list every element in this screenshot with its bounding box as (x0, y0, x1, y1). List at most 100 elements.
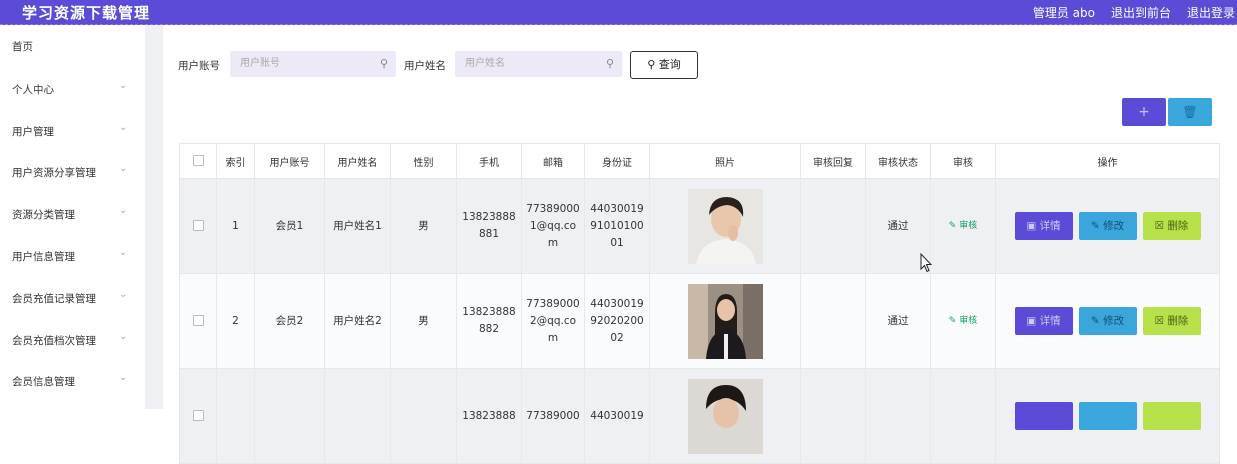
top-nav: 管理员 abo 退出到前台 退出登录 (1033, 4, 1235, 21)
sidebar-item-resource-category[interactable]: 资源分类管理 ⌄ (0, 203, 145, 225)
cell-photo (649, 178, 801, 274)
delete-button[interactable]: ☒ 删除 (1142, 307, 1201, 335)
cell-name: 用户姓名2 (324, 273, 391, 369)
cell-account: 会员2 (254, 273, 325, 369)
main-content: 用户账号 用户账号 ⚲ 用户姓名 用户姓名 ⚲ ⚲ 查询 + 🗑︎ 索引 用户账… (163, 25, 1237, 464)
cell-index (216, 368, 255, 464)
name-placeholder: 用户姓名 (465, 58, 505, 69)
cell-gender: 男 (390, 273, 457, 369)
cell-email: 773890001@qq.com (521, 178, 585, 274)
delete-button[interactable] (1142, 402, 1201, 430)
chevron-down-icon: ⌄ (119, 372, 128, 383)
sidebar-item-resource-share[interactable]: 用户资源分享管理 ⌄ (0, 161, 145, 183)
sidebar-item-label: 资源分类管理 (12, 209, 75, 221)
query-button[interactable]: ⚲ 查询 (630, 51, 698, 79)
detail-button[interactable]: ▣ 详情 (1014, 307, 1073, 335)
search-icon: ⚲ (379, 57, 388, 70)
edit-button[interactable]: ✎ 修改 (1078, 307, 1137, 335)
cell-phone: 13823888882 (456, 273, 522, 369)
sidebar-item-recharge-records[interactable]: 会员充值记录管理 ⌄ (0, 287, 145, 309)
table-row: 1 会员1 用户姓名1 男 13823888881 773890001@qq.c… (179, 178, 1220, 274)
audit-link[interactable]: ✎ 审核 (930, 178, 996, 274)
sidebar-item-recharge-levels[interactable]: 会员充值档次管理 ⌄ (0, 329, 145, 351)
chevron-down-icon: ⌄ (119, 247, 128, 258)
chevron-down-icon: ⌄ (119, 289, 128, 300)
edit-icon: ✎ (948, 221, 957, 231)
user-photo (687, 378, 763, 454)
edit-button[interactable] (1078, 402, 1137, 430)
account-placeholder: 用户账号 (240, 58, 280, 69)
sidebar-item-label: 用户资源分享管理 (12, 167, 96, 179)
sidebar-item-home[interactable]: 首页 (0, 35, 145, 57)
sidebar-item-label: 会员充值档次管理 (12, 335, 96, 347)
col-header: 邮箱 (521, 143, 585, 179)
trash-icon: ☒ (1154, 315, 1165, 327)
trash-icon: 🗑︎ (1182, 105, 1198, 119)
sidebar-item-user-management[interactable]: 用户管理 ⌄ (0, 120, 145, 142)
audit-link[interactable]: ✎ 审核 (930, 273, 996, 369)
top-header: 学习资源下载管理 管理员 abo 退出到前台 退出登录 (0, 0, 1237, 25)
add-button[interactable]: + (1122, 98, 1166, 126)
edit-icon: ✎ (948, 316, 957, 326)
cell-gender: 男 (390, 178, 457, 274)
search-icon: ⚲ (605, 57, 614, 70)
sidebar: 首页 个人中心 ⌄ 用户管理 ⌄ 用户资源分享管理 ⌄ 资源分类管理 ⌄ 用户信息管理 ⌄… (0, 25, 146, 409)
col-header: 手机 (456, 143, 522, 179)
name-search-input[interactable]: 用户姓名 ⚲ (455, 51, 622, 77)
audit-label: 审核 (959, 221, 978, 231)
row-checkbox[interactable] (179, 178, 217, 274)
plus-icon: + (1138, 104, 1150, 120)
detail-label: 详情 (1039, 315, 1061, 327)
detail-icon: ▣ (1026, 220, 1037, 232)
sidebar-item-member-info[interactable]: 会员信息管理 ⌄ (0, 370, 145, 392)
table-row: 13823888 77389000 44030019 (179, 368, 1220, 464)
edit-icon: ✎ (1090, 315, 1100, 327)
row-checkbox[interactable] (179, 368, 217, 464)
logout-link[interactable]: 退出登录 (1187, 4, 1235, 21)
sidebar-item-label: 会员信息管理 (12, 376, 75, 388)
search-icon: ⚲ (647, 58, 656, 71)
mouse-cursor-icon (920, 253, 932, 273)
detail-button[interactable]: ▣ 详情 (1014, 212, 1073, 240)
cell-phone: 13823888881 (456, 178, 522, 274)
cell-email: 77389000 (521, 368, 585, 464)
audit-label: 审核 (959, 316, 978, 326)
exit-to-front-link[interactable]: 退出到前台 (1111, 4, 1171, 21)
table-header-row: 索引 用户账号 用户姓名 性别 手机 邮箱 身份证 照片 审核回复 审核状态 审… (179, 143, 1220, 179)
chevron-down-icon: ⌄ (119, 163, 128, 174)
cell-reply (800, 368, 866, 464)
account-search-input[interactable]: 用户账号 ⚲ (230, 51, 396, 77)
delete-button[interactable]: ☒ 删除 (1142, 212, 1201, 240)
select-all-checkbox[interactable] (179, 143, 217, 179)
audit-link[interactable] (930, 368, 996, 464)
cell-phone: 13823888 (456, 368, 522, 464)
edit-label: 修改 (1103, 220, 1125, 232)
col-header: 审核回复 (800, 143, 866, 179)
cell-name: 用户姓名1 (324, 178, 391, 274)
detail-button[interactable] (1014, 402, 1073, 430)
row-checkbox[interactable] (179, 273, 217, 369)
detail-icon: ▣ (1026, 315, 1037, 327)
cell-actions: ▣ 详情 ✎ 修改 ☒ 删除 (995, 178, 1220, 274)
detail-label: 详情 (1039, 220, 1061, 232)
cell-id-card: 44030019 (584, 368, 650, 464)
user-photo (687, 188, 763, 264)
sidebar-item-user-info[interactable]: 用户信息管理 ⌄ (0, 245, 145, 267)
admin-user-label: 管理员 abo (1032, 6, 1095, 20)
table-row: 2 会员2 用户姓名2 男 13823888882 773890002@qq.c… (179, 273, 1220, 369)
cell-account (254, 368, 325, 464)
cell-status: 通过 (865, 273, 931, 369)
col-header: 审核 (930, 143, 996, 179)
col-header: 审核状态 (865, 143, 931, 179)
col-header: 用户账号 (254, 143, 325, 179)
edit-button[interactable]: ✎ 修改 (1078, 212, 1137, 240)
sidebar-item-personal-center[interactable]: 个人中心 ⌄ (0, 78, 145, 100)
edit-icon: ✎ (1090, 220, 1100, 232)
sidebar-item-label: 用户信息管理 (12, 251, 75, 263)
sidebar-item-label: 个人中心 (12, 84, 54, 96)
cell-index: 2 (216, 273, 255, 369)
name-label: 用户姓名 (404, 60, 446, 72)
user-photo (687, 283, 763, 359)
batch-delete-button[interactable]: 🗑︎ (1168, 98, 1212, 126)
chevron-down-icon: ⌄ (119, 122, 128, 133)
